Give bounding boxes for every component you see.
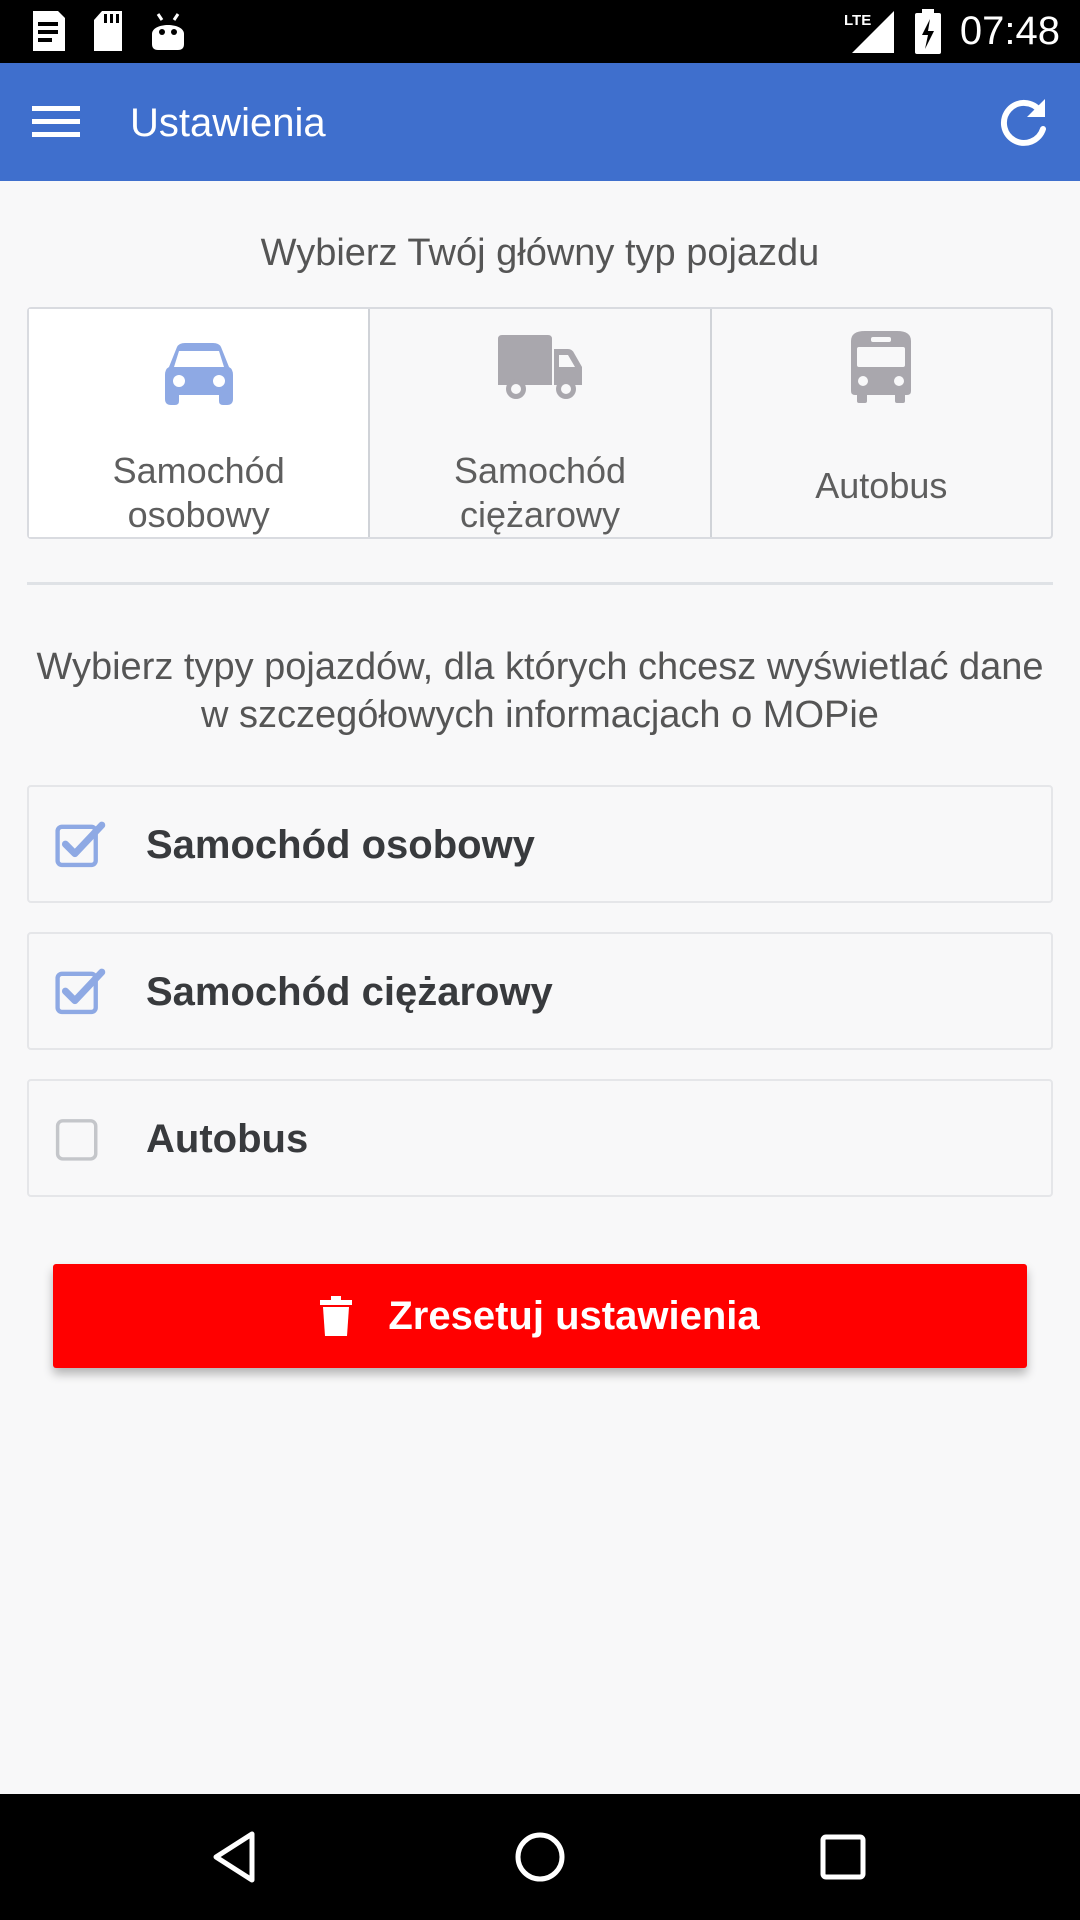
hamburger-menu-icon (32, 106, 80, 137)
status-time: 07:48 (959, 9, 1060, 53)
trash-icon (320, 1296, 353, 1336)
sd-card-icon (94, 11, 122, 51)
notification-icons (30, 10, 186, 52)
recent-apps-icon[interactable] (810, 1824, 876, 1890)
vehicle-type-selector: Samochód osobowy Samochód ciężarowy Auto… (27, 307, 1053, 539)
status-bar: LTE 07:48 (0, 0, 1080, 63)
checkbox-label: Samochód osobowy (146, 823, 535, 867)
system-icons: LTE 07:48 (844, 6, 1060, 56)
section-divider (27, 582, 1053, 585)
notes-icon (33, 11, 65, 51)
android-icon (152, 13, 184, 50)
refresh-icon (1000, 99, 1046, 146)
reset-settings-button[interactable]: Zresetuj ustawienia (53, 1264, 1027, 1368)
car-icon (164, 343, 233, 405)
checkbox-checked-icon[interactable] (55, 819, 107, 871)
vehicle-option-label: Samochód ciężarowy (453, 450, 627, 535)
page-title: Ustawienia (130, 101, 326, 145)
reset-button-label: Zresetuj ustawienia (388, 1294, 760, 1338)
checkbox-row-car[interactable]: Samochód osobowy (27, 785, 1053, 903)
checkbox-label: Samochód ciężarowy (146, 970, 553, 1014)
vehicle-option-car[interactable]: Samochód osobowy (29, 309, 369, 537)
app-bar: Ustawienia (0, 63, 1080, 181)
checkbox-checked-icon[interactable] (55, 966, 107, 1018)
truck-icon (497, 335, 582, 399)
detail-vehicles-heading: Wybierz typy pojazdów, dla których chces… (36, 646, 1044, 736)
checkbox-label: Autobus (146, 1117, 309, 1161)
vehicle-option-label: Samochód osobowy (112, 450, 285, 535)
navigation-bar (0, 1794, 1080, 1920)
vehicle-option-label: Autobus (815, 465, 948, 506)
vehicle-option-bus[interactable]: Autobus (709, 309, 1051, 537)
home-icon[interactable] (507, 1824, 573, 1890)
vehicle-option-truck[interactable]: Samochód ciężarowy (368, 309, 709, 537)
back-icon[interactable] (204, 1824, 270, 1890)
checkbox-unchecked-icon[interactable] (55, 1113, 107, 1165)
lte-signal-icon: LTE (844, 11, 894, 53)
bus-icon (851, 331, 912, 403)
svg-text:LTE: LTE (844, 12, 871, 29)
checkbox-row-bus[interactable]: Autobus (27, 1079, 1053, 1197)
battery-charging-icon (914, 9, 941, 54)
checkbox-row-truck[interactable]: Samochód ciężarowy (27, 932, 1053, 1050)
main-vehicle-heading: Wybierz Twój główny typ pojazdu (260, 232, 820, 274)
menu-button[interactable] (28, 95, 86, 149)
refresh-button[interactable] (996, 95, 1052, 151)
